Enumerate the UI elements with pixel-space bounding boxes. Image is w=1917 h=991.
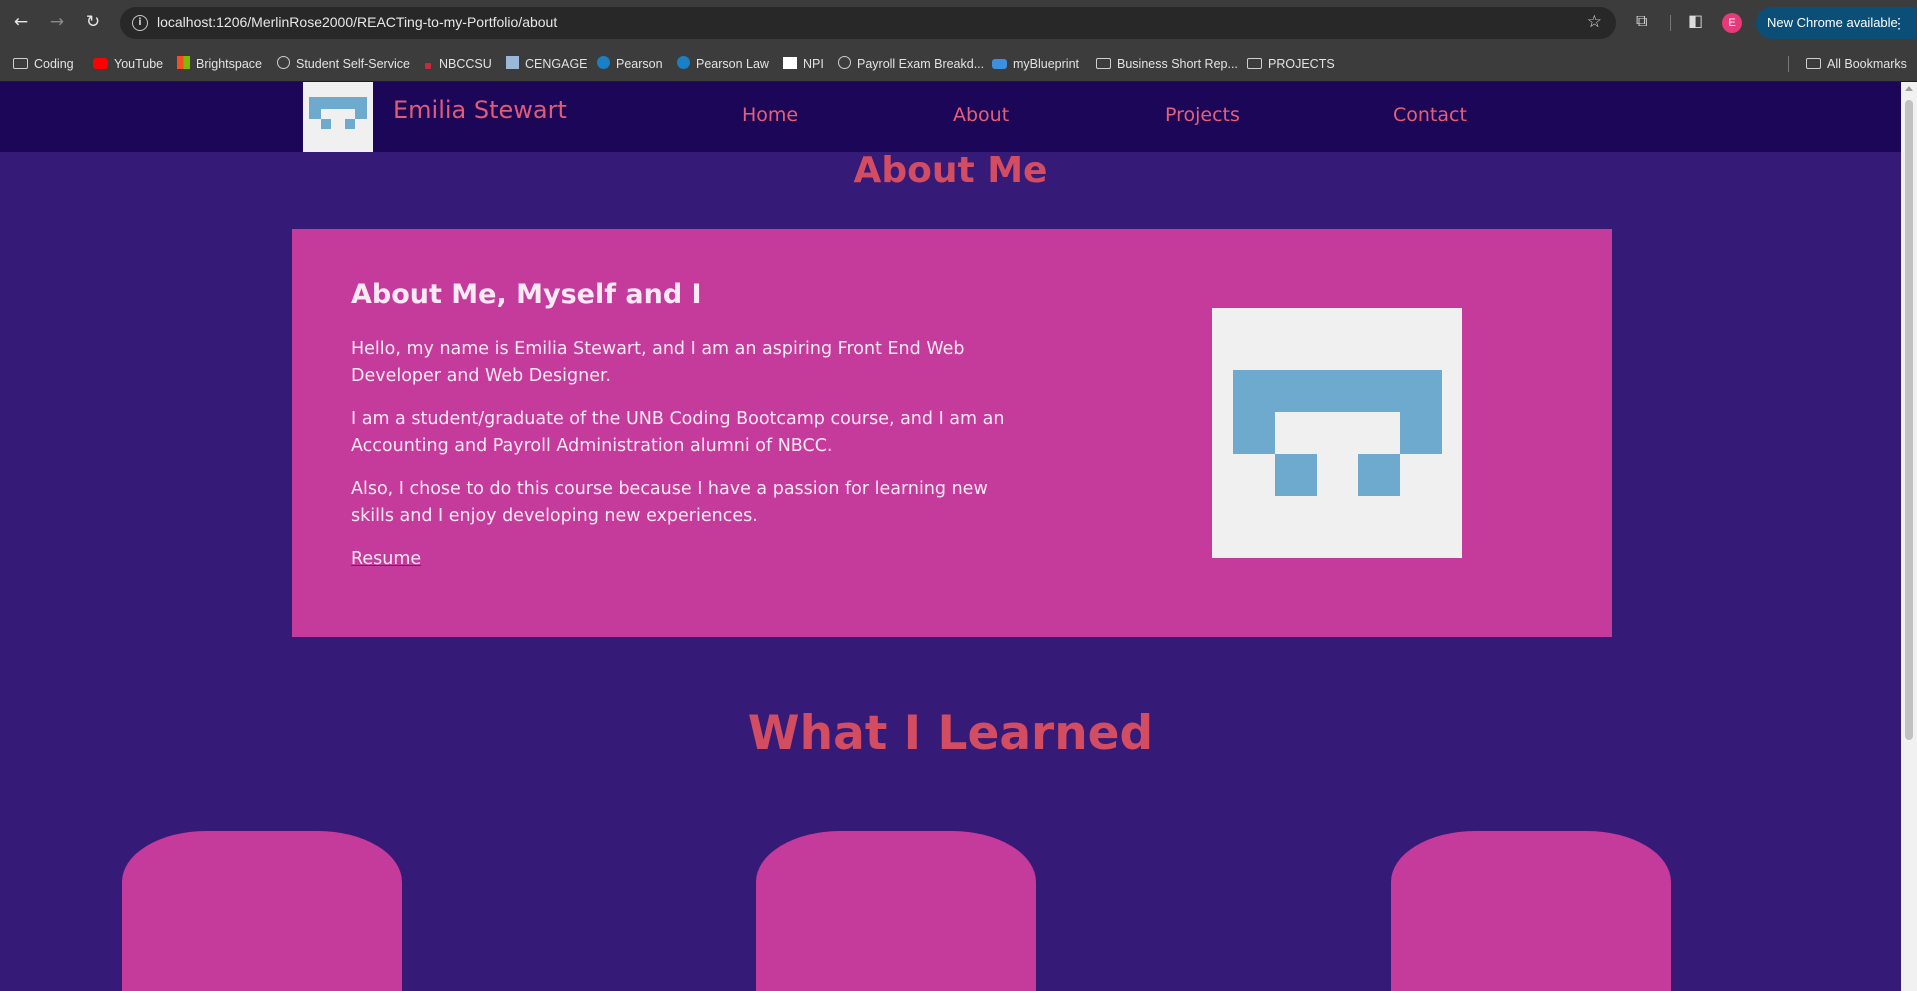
pearson-icon <box>677 56 690 69</box>
about-paragraph-3: Also, I chose to do this course because … <box>351 479 988 526</box>
address-bar[interactable]: i localhost:1206/MerlinRose2000/REACTing… <box>120 7 1616 39</box>
about-paragraph-1: Hello, my name is Emilia Stewart, and I … <box>351 339 965 386</box>
bookmark-label: CENGAGE <box>525 57 588 71</box>
all-bookmarks[interactable]: All Bookmarks <box>1806 46 1907 82</box>
bookmark-label: NBCCSU <box>439 57 492 71</box>
about-heading: About Me <box>853 150 1048 191</box>
bookmark-label: myBlueprint <box>1013 57 1079 71</box>
bookmark-student-self-service[interactable]: Student Self-Service <box>277 46 410 82</box>
forward-arrow-icon[interactable]: → <box>45 10 69 34</box>
back-arrow-icon[interactable]: ← <box>9 10 33 34</box>
site-info-icon[interactable]: i <box>132 15 148 31</box>
about-card: About Me, Myself and I Hello, my name is… <box>292 229 1612 637</box>
bookmark-youtube[interactable]: YouTube <box>93 46 163 82</box>
scroll-up-arrow-icon[interactable] <box>1905 86 1913 91</box>
npi-icon <box>783 57 797 69</box>
bookmark-pearson-law[interactable]: Pearson Law <box>677 46 769 82</box>
bookmark-npi[interactable]: NPI <box>783 46 824 82</box>
learned-card-2 <box>756 831 1036 991</box>
site-header: Emilia Stewart Home About Projects Conta… <box>0 82 1901 152</box>
microsoft-icon <box>177 56 190 69</box>
nav-projects[interactable]: Projects <box>1165 104 1240 126</box>
page-scrollbar[interactable] <box>1901 82 1917 991</box>
bookmark-label: All Bookmarks <box>1827 57 1907 71</box>
bookmarks-divider <box>1788 56 1789 72</box>
bookmark-pearson[interactable]: Pearson <box>597 46 663 82</box>
extensions-icon[interactable]: ⧉ <box>1636 11 1647 31</box>
about-paragraph-2: I am a student/graduate of the UNB Codin… <box>351 409 1005 456</box>
side-panel-icon[interactable]: ◧ <box>1688 11 1703 30</box>
bookmark-label: Pearson <box>616 57 663 71</box>
bookmark-label: NPI <box>803 57 824 71</box>
bookmark-label: Student Self-Service <box>296 57 410 71</box>
update-chrome-label: New Chrome available <box>1767 15 1898 30</box>
toolbar-divider <box>1670 15 1671 31</box>
bookmark-payroll-exam[interactable]: Payroll Exam Breakd... <box>838 46 984 82</box>
folder-icon <box>1247 58 1262 69</box>
nav-contact[interactable]: Contact <box>1393 104 1467 126</box>
nav-about[interactable]: About <box>953 104 1009 126</box>
update-chrome-button[interactable]: New Chrome available ⋮ <box>1756 7 1916 39</box>
globe-icon <box>838 56 851 69</box>
about-card-title: About Me, Myself and I <box>351 279 702 310</box>
profile-logo-icon <box>1233 370 1442 496</box>
bookmark-myblueprint[interactable]: myBlueprint <box>992 46 1079 82</box>
pearson-icon <box>597 56 610 69</box>
profile-avatar[interactable]: E <box>1722 13 1742 33</box>
youtube-icon <box>93 58 108 69</box>
bookmark-label: YouTube <box>114 57 164 71</box>
bookmark-business-short-rep[interactable]: Business Short Rep... <box>1096 46 1238 82</box>
bookmark-cengage[interactable]: CENGAGE <box>506 46 588 82</box>
folder-icon <box>13 58 28 69</box>
bookmark-label: Brightspace <box>196 57 263 71</box>
folder-icon <box>1806 58 1821 69</box>
more-menu-icon[interactable]: ⋮ <box>1892 7 1906 39</box>
bookmark-label: Coding <box>34 57 74 71</box>
bookmarks-bar: Coding YouTube Brightspace Student Self-… <box>0 46 1917 82</box>
learned-card-1 <box>122 831 402 991</box>
nbccsu-icon <box>425 63 431 69</box>
brand-name[interactable]: Emilia Stewart <box>393 96 567 124</box>
site-logo[interactable] <box>303 82 373 152</box>
logo-icon <box>309 97 367 129</box>
globe-icon <box>277 56 290 69</box>
profile-image <box>1212 308 1462 558</box>
folder-icon <box>1096 58 1111 69</box>
browser-toolbar: ← → ↻ i localhost:1206/MerlinRose2000/RE… <box>0 0 1917 46</box>
bookmark-label: Business Short Rep... <box>1117 57 1238 71</box>
resume-link[interactable]: Resume <box>351 549 421 569</box>
learned-card-3 <box>1391 831 1671 991</box>
scroll-thumb[interactable] <box>1905 100 1913 740</box>
bookmark-coding[interactable]: Coding <box>13 46 74 82</box>
url-text[interactable]: localhost:1206/MerlinRose2000/REACTing-t… <box>157 14 557 30</box>
bookmark-label: Payroll Exam Breakd... <box>857 57 985 71</box>
bookmark-nbccsu[interactable]: NBCCSU <box>421 46 492 82</box>
myblueprint-icon <box>992 59 1007 69</box>
bookmark-projects[interactable]: PROJECTS <box>1247 46 1335 82</box>
bookmark-brightspace[interactable]: Brightspace <box>177 46 262 82</box>
reload-icon[interactable]: ↻ <box>81 10 105 34</box>
learned-heading: What I Learned <box>747 706 1154 761</box>
cengage-icon <box>506 56 519 69</box>
bookmark-label: Pearson Law <box>696 57 769 71</box>
nav-home[interactable]: Home <box>742 104 798 126</box>
bookmark-star-icon[interactable]: ☆ <box>1587 12 1602 32</box>
bookmark-label: PROJECTS <box>1268 57 1335 71</box>
